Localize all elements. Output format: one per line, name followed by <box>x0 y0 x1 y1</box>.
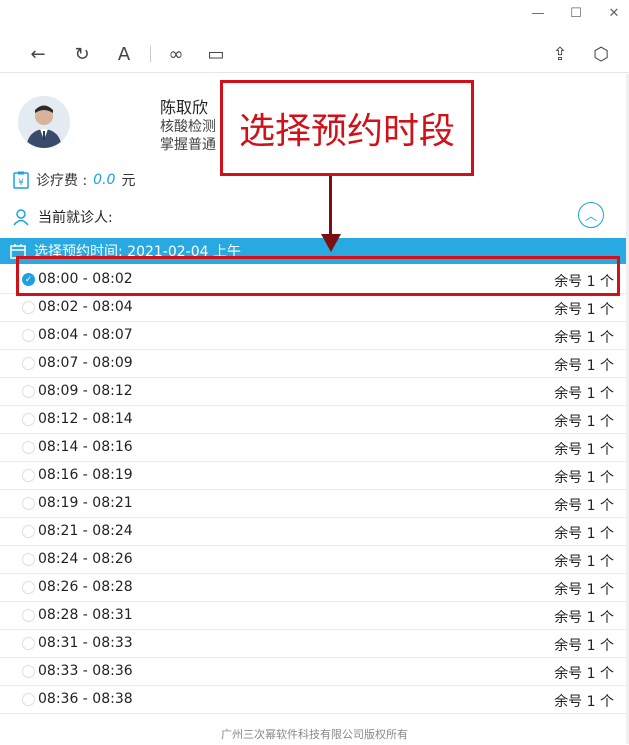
slot-remaining: 余号 1 个 <box>554 582 614 598</box>
slot-time: 08:26 - 08:28 <box>38 579 133 595</box>
radio-icon[interactable] <box>22 553 35 566</box>
slot-list: ✓ 08:00 - 08:02 余号 1 个 08:02 - 08:04 余号 1 个0… <box>0 266 626 714</box>
slot-time: 08:07 - 08:09 <box>38 355 133 371</box>
fee-icon: ¥ <box>13 171 29 189</box>
slot-time: 08:24 - 08:26 <box>38 551 133 567</box>
time-slot-row[interactable]: 08:16 - 08:19 余号 1 个 <box>0 462 626 490</box>
time-slot-row[interactable]: 08:24 - 08:26 余号 1 个 <box>0 546 626 574</box>
collapse-button[interactable]: ︿ <box>578 202 604 228</box>
slot-remaining: 余号 1 个 <box>554 498 614 514</box>
slot-time: 08:14 - 08:16 <box>38 439 133 455</box>
slot-remaining: 余号 1 个 <box>554 330 614 346</box>
slot-remaining: 余号 1 个 <box>554 442 614 458</box>
radio-icon[interactable] <box>22 301 35 314</box>
slot-remaining: 余号 1 个 <box>554 526 614 542</box>
time-slot-row[interactable]: 08:09 - 08:12 余号 1 个 <box>0 378 626 406</box>
slot-time: 08:21 - 08:24 <box>38 523 133 539</box>
slot-remaining: 余号 1 个 <box>554 470 614 486</box>
slot-remaining: 余号 1 个 <box>554 694 614 710</box>
slot-time: 08:19 - 08:21 <box>38 495 133 511</box>
radio-icon[interactable] <box>22 581 35 594</box>
time-slot-row[interactable]: 08:04 - 08:07 余号 1 个 <box>0 322 626 350</box>
radio-icon[interactable] <box>22 357 35 370</box>
maximize-icon[interactable]: ☐ <box>569 6 583 21</box>
toolbar: ← ↻ A ∞ ▭ ⇪ ⬡ <box>0 36 629 72</box>
annotation-highlight-box <box>16 256 620 296</box>
radio-icon[interactable] <box>22 637 35 650</box>
slot-remaining: 余号 1 个 <box>554 414 614 430</box>
refresh-icon[interactable]: ↻ <box>70 42 94 66</box>
time-slot-row[interactable]: 08:07 - 08:09 余号 1 个 <box>0 350 626 378</box>
toolbar-divider <box>150 46 151 62</box>
toolbar-divider-line <box>0 72 629 73</box>
slot-remaining: 余号 1 个 <box>554 302 614 318</box>
minimize-icon[interactable]: — <box>531 6 545 21</box>
radio-icon[interactable] <box>22 497 35 510</box>
chevron-up-icon: ︿ <box>584 208 597 223</box>
svg-text:¥: ¥ <box>18 178 24 188</box>
radio-icon[interactable] <box>22 609 35 622</box>
doctor-description: 掌握普通 <box>160 137 216 153</box>
radio-icon[interactable] <box>22 693 35 706</box>
fee-row: ¥ 诊疗费 : 0.0 元 <box>12 170 135 190</box>
radio-icon[interactable] <box>22 441 35 454</box>
time-slot-row[interactable]: 08:21 - 08:24 余号 1 个 <box>0 518 626 546</box>
slot-time: 08:36 - 08:38 <box>38 691 133 707</box>
slot-time: 08:09 - 08:12 <box>38 383 133 399</box>
doctor-name: 陈取欣 <box>160 98 209 117</box>
fee-label: 诊疗费 : <box>36 173 88 189</box>
link-icon[interactable]: ∞ <box>164 42 188 66</box>
annotation-text: 选择预约时段 <box>238 111 455 152</box>
radio-icon[interactable] <box>22 385 35 398</box>
fee-unit: 元 <box>121 173 136 189</box>
avatar <box>18 96 70 148</box>
radio-icon[interactable] <box>22 329 35 342</box>
radio-icon[interactable] <box>22 413 35 426</box>
slot-remaining: 余号 1 个 <box>554 358 614 374</box>
patient-row[interactable]: 当前就诊人: ︿ <box>12 202 618 232</box>
time-slot-row[interactable]: 08:19 - 08:21 余号 1 个 <box>0 490 626 518</box>
footer-copyright: 广州三次幂软件科技有限公司版权所有 <box>221 728 408 741</box>
close-icon[interactable]: ✕ <box>607 6 621 21</box>
slot-remaining: 余号 1 个 <box>554 554 614 570</box>
radio-icon[interactable] <box>22 469 35 482</box>
time-slot-row[interactable]: 08:12 - 08:14 余号 1 个 <box>0 406 626 434</box>
time-slot-row[interactable]: 08:14 - 08:16 余号 1 个 <box>0 434 626 462</box>
window-controls: — ☐ ✕ <box>531 6 621 21</box>
doctor-specialty: 核酸检测 <box>160 119 216 135</box>
annotation-callout: 选择预约时段 <box>220 80 474 176</box>
radio-icon[interactable] <box>22 525 35 538</box>
annotation-arrow-line <box>329 176 332 236</box>
window-icon[interactable]: ▭ <box>204 42 228 66</box>
time-slot-row[interactable]: 08:36 - 08:38 余号 1 个 <box>0 686 626 714</box>
radio-icon[interactable] <box>22 665 35 678</box>
avatar-image-icon <box>18 96 70 148</box>
user-icon <box>13 209 29 226</box>
slot-time: 08:04 - 08:07 <box>38 327 133 343</box>
time-slot-row[interactable]: 08:02 - 08:04 余号 1 个 <box>0 294 626 322</box>
slot-remaining: 余号 1 个 <box>554 386 614 402</box>
share-icon[interactable]: ⇪ <box>548 42 572 66</box>
time-slot-row[interactable]: 08:28 - 08:31 余号 1 个 <box>0 602 626 630</box>
back-icon[interactable]: ← <box>26 42 50 66</box>
slot-remaining: 余号 1 个 <box>554 638 614 654</box>
time-slot-row[interactable]: 08:33 - 08:36 余号 1 个 <box>0 658 626 686</box>
slot-remaining: 余号 1 个 <box>554 666 614 682</box>
font-icon[interactable]: A <box>112 42 136 66</box>
slot-time: 08:02 - 08:04 <box>38 299 133 315</box>
slot-time: 08:31 - 08:33 <box>38 635 133 651</box>
box-icon[interactable]: ⬡ <box>589 42 613 66</box>
slot-time: 08:28 - 08:31 <box>38 607 133 623</box>
slot-time: 08:33 - 08:36 <box>38 663 133 679</box>
time-slot-row[interactable]: 08:26 - 08:28 余号 1 个 <box>0 574 626 602</box>
slot-remaining: 余号 1 个 <box>554 610 614 626</box>
time-slot-row[interactable]: 08:31 - 08:33 余号 1 个 <box>0 630 626 658</box>
patient-label: 当前就诊人: <box>38 210 113 226</box>
fee-value: 0.0 <box>93 172 116 188</box>
slot-time: 08:16 - 08:19 <box>38 467 133 483</box>
annotation-arrow-head <box>321 234 341 252</box>
slot-time: 08:12 - 08:14 <box>38 411 133 427</box>
